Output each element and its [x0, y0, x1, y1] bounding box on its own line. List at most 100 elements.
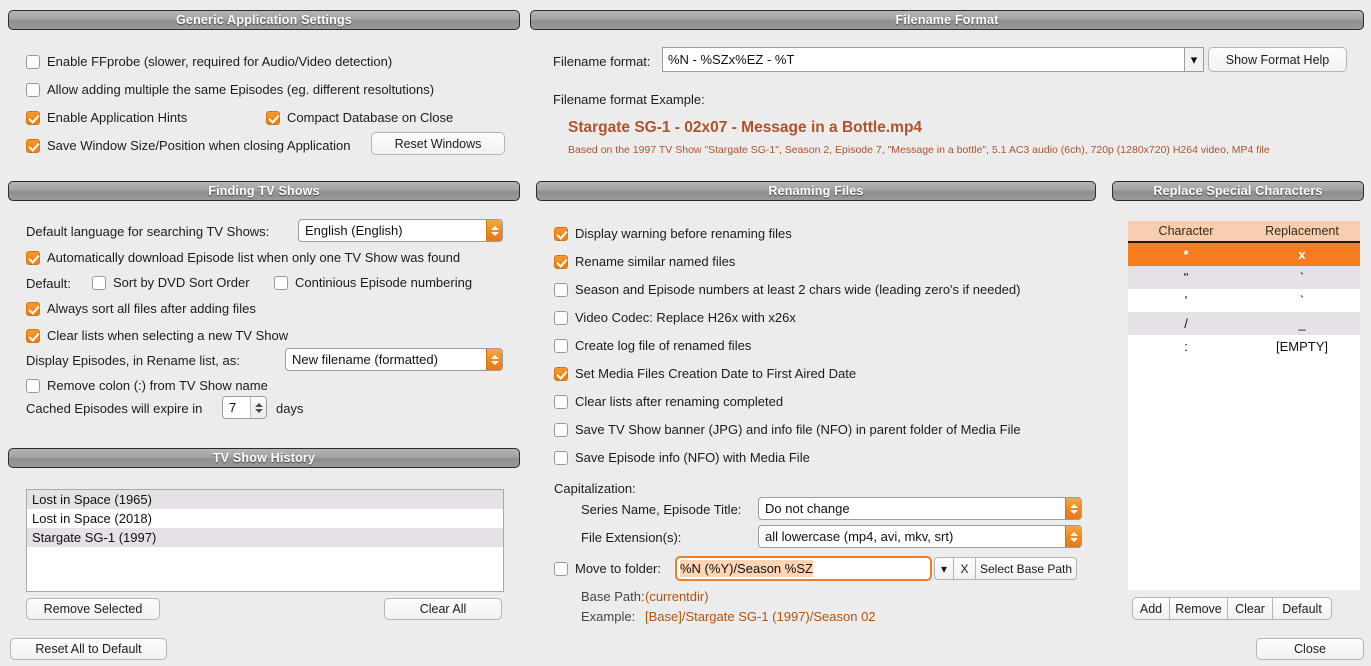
remove-selected-button[interactable]: Remove Selected [26, 598, 160, 620]
finding-tv-shows-header: Finding TV Shows [8, 181, 520, 201]
clear-all-button[interactable]: Clear All [384, 598, 502, 620]
checkbox-box[interactable] [26, 110, 40, 125]
table-row[interactable]: / _ [1128, 312, 1360, 335]
list-item[interactable]: Lost in Space (2018) [27, 509, 503, 528]
checkbox-enable-application-hints[interactable]: Enable Application Hints [26, 109, 187, 126]
chevron-updown-icon[interactable] [1065, 526, 1081, 547]
column-header-character: Character [1158, 224, 1214, 238]
checkbox-clear-lists-new-show[interactable]: Clear lists when selecting a new TV Show [26, 327, 288, 344]
file-extension-capitalization-dropdown[interactable]: all lowercase (mp4, avi, mkv, srt) [758, 525, 1082, 548]
checkbox-box[interactable] [554, 282, 568, 297]
default-button[interactable]: Default [1273, 597, 1332, 620]
table-row[interactable]: " ` [1128, 266, 1360, 289]
cell-character: * [1183, 247, 1189, 262]
table-row[interactable]: * x [1128, 243, 1360, 266]
checkbox-box[interactable] [554, 226, 568, 241]
default-language-dropdown[interactable]: English (English) [298, 219, 503, 242]
show-format-help-button[interactable]: Show Format Help [1208, 47, 1347, 72]
tv-show-history-list[interactable]: Lost in Space (1965) Lost in Space (2018… [26, 489, 504, 592]
chevron-updown-icon[interactable] [250, 397, 266, 418]
checkbox-box[interactable] [274, 275, 288, 290]
checkbox-clear-lists-after-renaming[interactable]: Clear lists after renaming completed [554, 393, 783, 410]
checkbox-box[interactable] [554, 338, 568, 353]
checkbox-display-warning-before-renaming[interactable]: Display warning before renaming files [554, 225, 792, 242]
checkbox-box[interactable] [554, 422, 568, 437]
column-header-replacement: Replacement [1265, 224, 1339, 238]
checkbox-sort-by-dvd-order[interactable]: Sort by DVD Sort Order [92, 274, 250, 291]
checkbox-box[interactable] [554, 254, 568, 269]
chevron-updown-icon[interactable] [1065, 498, 1081, 519]
move-to-folder-dropdown-arrow[interactable]: ▾ [934, 557, 954, 580]
clear-button[interactable]: Clear [1228, 597, 1273, 620]
checkbox-set-creation-date[interactable]: Set Media Files Creation Date to First A… [554, 365, 856, 382]
checkbox-rename-similar-named-files[interactable]: Rename similar named files [554, 253, 735, 270]
checkbox-label: Allow adding multiple the same Episodes … [47, 82, 435, 97]
filename-format-input[interactable]: %N - %SZx%EZ - %T [662, 47, 1184, 72]
checkbox-save-episode-nfo[interactable]: Save Episode info (NFO) with Media File [554, 449, 810, 466]
list-item[interactable]: Lost in Space (1965) [27, 490, 503, 509]
series-name-label: Series Name, Episode Title: [581, 502, 742, 517]
checkbox-create-log-file[interactable]: Create log file of renamed files [554, 337, 751, 354]
checkbox-box[interactable] [26, 378, 40, 393]
cell-character: / [1184, 316, 1188, 331]
checkbox-box[interactable] [26, 54, 40, 69]
checkbox-allow-multiple-episodes[interactable]: Allow adding multiple the same Episodes … [26, 81, 434, 98]
cached-episodes-value[interactable]: 7 [223, 397, 250, 418]
checkbox-auto-download-episode-list[interactable]: Automatically download Episode list when… [26, 249, 460, 266]
example-description: Based on the 1997 TV Show "Stargate SG-1… [568, 144, 1270, 156]
close-button[interactable]: Close [1256, 638, 1364, 660]
checkbox-box[interactable] [554, 394, 568, 409]
checkbox-compact-database-on-close[interactable]: Compact Database on Close [266, 109, 453, 126]
checkbox-label: Sort by DVD Sort Order [113, 275, 250, 290]
move-to-folder-input[interactable]: %N (%Y)/Season %SZ [675, 556, 932, 581]
display-episodes-dropdown[interactable]: New filename (formatted) [285, 348, 503, 371]
checkbox-box[interactable] [266, 110, 280, 125]
checkbox-box[interactable] [26, 328, 40, 343]
table-row[interactable]: : [EMPTY] [1128, 335, 1360, 358]
checkbox-always-sort-files[interactable]: Always sort all files after adding files [26, 300, 256, 317]
checkbox-box[interactable] [554, 310, 568, 325]
checkbox-box[interactable] [92, 275, 106, 290]
cell-character: " [1183, 270, 1189, 285]
checkbox-label: Save TV Show banner (JPG) and info file … [575, 422, 1021, 437]
checkbox-box[interactable] [26, 250, 40, 265]
checkbox-box[interactable] [26, 138, 40, 153]
checkbox-box[interactable] [554, 561, 568, 576]
file-extension-capitalization-value: all lowercase (mp4, avi, mkv, srt) [765, 529, 954, 544]
cached-episodes-stepper[interactable]: 7 [222, 396, 267, 419]
move-to-folder-clear-button[interactable]: X [954, 557, 976, 580]
checkbox-save-window-size-position[interactable]: Save Window Size/Position when closing A… [26, 137, 351, 154]
checkbox-save-banner-and-nfo[interactable]: Save TV Show banner (JPG) and info file … [554, 421, 1021, 438]
replace-special-characters-table[interactable]: Character Replacement * x " ` ' ` / _ : … [1128, 221, 1360, 590]
add-button[interactable]: Add [1132, 597, 1170, 620]
select-base-path-button[interactable]: Select Base Path [976, 557, 1077, 580]
filename-format-header: Filename Format [530, 10, 1364, 30]
checkbox-move-to-folder[interactable]: Move to folder: [554, 560, 661, 577]
cell-character: ' [1184, 293, 1188, 308]
remove-button[interactable]: Remove [1170, 597, 1228, 620]
checkbox-box[interactable] [554, 450, 568, 465]
checkbox-video-codec-replace[interactable]: Video Codec: Replace H26x with x26x [554, 309, 796, 326]
table-row[interactable]: ' ` [1128, 289, 1360, 312]
filename-format-dropdown-arrow[interactable]: ▾ [1184, 47, 1204, 72]
chevron-updown-icon[interactable] [486, 349, 502, 370]
checkbox-label: Clear lists when selecting a new TV Show [47, 328, 289, 343]
checkbox-label: Rename similar named files [575, 254, 736, 269]
checkbox-box[interactable] [26, 301, 40, 316]
checkbox-box[interactable] [26, 82, 40, 97]
checkbox-label: Automatically download Episode list when… [47, 250, 461, 265]
series-name-capitalization-dropdown[interactable]: Do not change [758, 497, 1082, 520]
checkbox-box[interactable] [554, 366, 568, 381]
checkbox-label: Save Episode info (NFO) with Media File [575, 450, 810, 465]
checkbox-remove-colon[interactable]: Remove colon (:) from TV Show name [26, 377, 268, 394]
cell-replacement: ` [1299, 270, 1305, 285]
chevron-updown-icon[interactable] [486, 220, 502, 241]
filename-format-example-label: Filename format Example: [553, 92, 705, 107]
list-item[interactable]: Stargate SG-1 (1997) [27, 528, 503, 547]
checkbox-continuous-episode-numbering[interactable]: Continious Episode numbering [274, 274, 472, 291]
checkbox-season-episode-2-chars[interactable]: Season and Episode numbers at least 2 ch… [554, 281, 1020, 298]
checkbox-label: Enable FFprobe (slower, required for Aud… [47, 54, 393, 69]
checkbox-enable-ffprobe[interactable]: Enable FFprobe (slower, required for Aud… [26, 53, 392, 70]
reset-windows-button[interactable]: Reset Windows [371, 132, 505, 155]
reset-all-to-default-button[interactable]: Reset All to Default [10, 638, 167, 660]
